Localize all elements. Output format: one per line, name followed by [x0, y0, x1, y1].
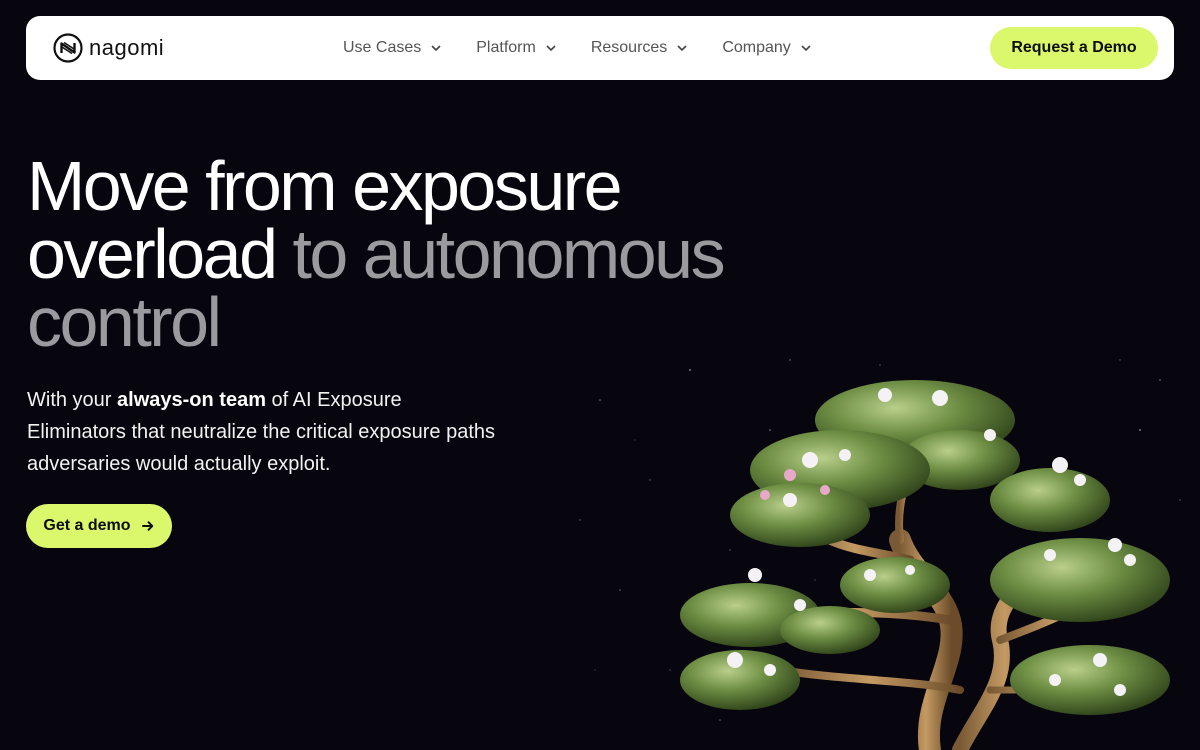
request-demo-button[interactable]: Request a Demo — [990, 27, 1158, 69]
nav-item-platform[interactable]: Platform — [476, 39, 557, 57]
nav-item-resources[interactable]: Resources — [591, 39, 688, 57]
chevron-down-icon — [546, 45, 556, 52]
main-menu: Use Cases Platform Resources Company — [343, 16, 846, 80]
nav-item-label: Company — [722, 39, 791, 56]
bonsai-tree-illustration — [680, 380, 1170, 750]
subtitle-pre: With your — [27, 389, 118, 411]
chevron-down-icon — [431, 45, 441, 52]
headline-white-line-1: Move from exposure — [27, 147, 623, 225]
headline-white-line-2: overload — [27, 215, 278, 293]
chevron-down-icon — [801, 45, 811, 52]
subtitle-bold: always-on team — [117, 389, 266, 411]
arrow-right-icon — [141, 521, 153, 531]
nav-item-label: Platform — [476, 39, 536, 56]
nav-item-label: Use Cases — [343, 39, 422, 56]
get-demo-button[interactable]: Get a demo — [26, 504, 172, 548]
nav-item-label: Resources — [590, 39, 668, 56]
chevron-down-icon — [677, 45, 687, 52]
top-navbar: nagomi Use Cases Platform Resources Comp… — [26, 16, 1174, 80]
hero-headline: Move from exposure overload to autonomou… — [27, 151, 747, 357]
brand-name: nagomi — [89, 35, 165, 60]
hero-subtitle: With your always-on team of AI Exposure … — [27, 384, 497, 480]
nagomi-logo-icon — [53, 33, 83, 63]
page: nagomi Use Cases Platform Resources Comp… — [0, 0, 1200, 750]
headline-gray-line-1: to autonomous — [292, 215, 725, 293]
brand-logo[interactable]: nagomi — [53, 33, 164, 63]
headline-gray-line-2: control — [27, 283, 222, 361]
nav-item-company[interactable]: Company — [722, 39, 811, 57]
get-demo-label: Get a demo — [43, 517, 131, 534]
nav-item-use-cases[interactable]: Use Cases — [343, 39, 442, 57]
